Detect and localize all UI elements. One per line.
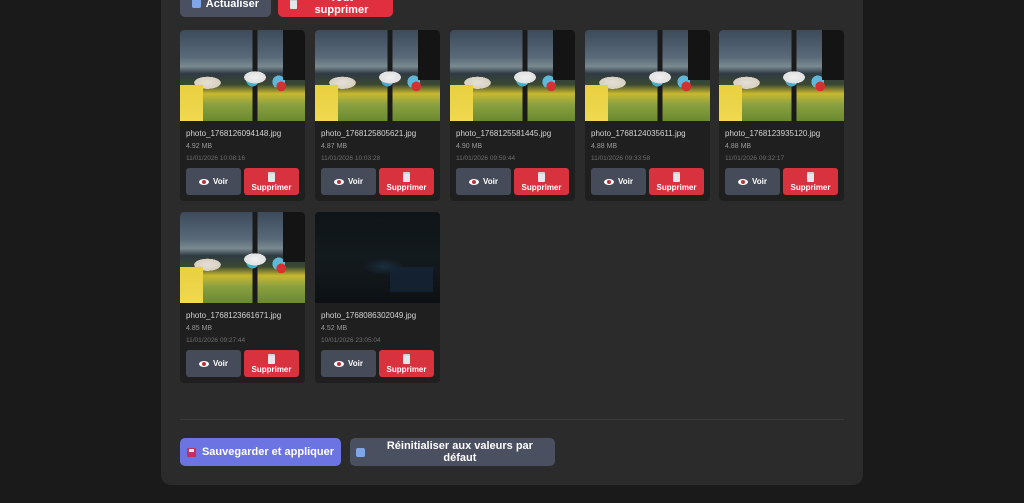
photo-timestamp: 11/01/2026 09:32:17 — [725, 155, 785, 162]
view-button[interactable]: Voir — [321, 168, 376, 195]
view-button[interactable]: Voir — [591, 168, 646, 195]
photo-timestamp: 11/01/2026 10:08:16 — [186, 155, 246, 162]
delete-label: Supprimer — [251, 364, 292, 374]
floppy-disk-icon — [186, 447, 196, 457]
photo-filesize: 4.87 MB — [321, 143, 348, 150]
save-apply-button[interactable]: Sauvegarder et appliquer — [180, 438, 341, 466]
photo-card: photo_1768086302049.jpg 4.52 MB 10/01/20… — [315, 212, 440, 383]
photo-filename: photo_1768125581445.jpg — [456, 129, 552, 138]
photo-thumbnail[interactable] — [180, 212, 305, 303]
view-button[interactable]: Voir — [186, 168, 241, 195]
delete-label: Supprimer — [386, 182, 427, 192]
photo-filesize: 4.92 MB — [186, 143, 213, 150]
view-button[interactable]: Voir — [186, 350, 241, 377]
photo-filename: photo_1768125805621.jpg — [321, 129, 417, 138]
delete-button[interactable]: Supprimer — [649, 168, 704, 195]
refresh-icon — [192, 0, 201, 8]
photo-thumbnail[interactable] — [315, 212, 440, 303]
photo-filename: photo_1768124035611.jpg — [591, 129, 686, 138]
view-label: Voir — [618, 177, 633, 186]
view-label: Voir — [348, 177, 363, 186]
delete-button[interactable]: Supprimer — [379, 168, 434, 195]
delete-button[interactable]: Supprimer — [244, 168, 299, 195]
delete-button[interactable]: Supprimer — [379, 350, 434, 377]
photo-timestamp: 11/01/2026 10:03:28 — [321, 155, 381, 162]
photo-timestamp: 11/01/2026 09:59:44 — [456, 155, 516, 162]
refresh-label: Actualiser — [205, 0, 259, 10]
photo-thumbnail[interactable] — [180, 30, 305, 121]
reset-defaults-button[interactable]: Réinitialiser aux valeurs par défaut — [350, 438, 555, 466]
refresh-button[interactable]: Actualiser — [180, 0, 271, 17]
trash-icon — [673, 171, 680, 182]
view-button[interactable]: Voir — [725, 168, 780, 195]
photo-card: photo_1768125581445.jpg 4.90 MB 11/01/20… — [450, 30, 575, 201]
delete-button[interactable]: Supprimer — [514, 168, 569, 195]
delete-all-button[interactable]: Tout supprimer — [278, 0, 393, 17]
view-button[interactable]: Voir — [321, 350, 376, 377]
view-label: Voir — [752, 177, 767, 186]
view-label: Voir — [213, 177, 228, 186]
trash-icon — [290, 0, 297, 9]
photo-thumbnail[interactable] — [585, 30, 710, 121]
divider — [180, 419, 844, 420]
eye-icon — [469, 178, 480, 185]
photo-filesize: 4.85 MB — [186, 325, 213, 332]
photo-thumbnail[interactable] — [719, 30, 844, 121]
eye-icon — [334, 178, 345, 185]
eye-icon — [738, 178, 749, 185]
view-button[interactable]: Voir — [456, 168, 511, 195]
photo-filesize: 4.88 MB — [725, 143, 752, 150]
photo-timestamp: 11/01/2026 09:27:44 — [186, 337, 246, 344]
delete-label: Supprimer — [251, 182, 292, 192]
eye-icon — [334, 360, 345, 367]
photo-filename: photo_1768086302049.jpg — [321, 311, 417, 320]
delete-label: Supprimer — [521, 182, 562, 192]
photo-filesize: 4.90 MB — [456, 143, 483, 150]
eye-icon — [199, 360, 210, 367]
trash-icon — [268, 171, 275, 182]
reset-icon — [356, 447, 365, 457]
photo-card: photo_1768126094148.jpg 4.92 MB 11/01/20… — [180, 30, 305, 201]
delete-label: Supprimer — [656, 182, 697, 192]
photo-card: photo_1768125805621.jpg 4.87 MB 11/01/20… — [315, 30, 440, 201]
photo-timestamp: 10/01/2026 23:05:04 — [321, 337, 381, 344]
photo-filename: photo_1768126094148.jpg — [186, 129, 282, 138]
photo-card: photo_1768124035611.jpg 4.88 MB 11/01/20… — [585, 30, 710, 201]
photo-filesize: 4.52 MB — [321, 325, 348, 332]
view-label: Voir — [348, 359, 363, 368]
delete-label: Supprimer — [790, 182, 831, 192]
trash-icon — [538, 171, 545, 182]
trash-icon — [403, 353, 410, 364]
delete-button[interactable]: Supprimer — [244, 350, 299, 377]
view-label: Voir — [213, 359, 228, 368]
photo-card: photo_1768123935120.jpg 4.88 MB 11/01/20… — [719, 30, 844, 201]
reset-defaults-label: Réinitialiser aux valeurs par défaut — [386, 440, 533, 464]
delete-label: Supprimer — [386, 364, 427, 374]
photo-card: photo_1768123661671.jpg 4.85 MB 11/01/20… — [180, 212, 305, 383]
photo-thumbnail[interactable] — [450, 30, 575, 121]
photo-timestamp: 11/01/2026 09:33:58 — [591, 155, 651, 162]
view-label: Voir — [483, 177, 498, 186]
save-apply-label: Sauvegarder et appliquer — [201, 446, 335, 458]
photo-thumbnail[interactable] — [315, 30, 440, 121]
photo-filename: photo_1768123661671.jpg — [186, 311, 282, 320]
trash-icon — [268, 353, 275, 364]
trash-icon — [807, 171, 814, 182]
trash-icon — [403, 171, 410, 182]
photo-filename: photo_1768123935120.jpg — [725, 129, 821, 138]
delete-button[interactable]: Supprimer — [783, 168, 838, 195]
photo-filesize: 4.88 MB — [591, 143, 618, 150]
eye-icon — [604, 178, 615, 185]
eye-icon — [199, 178, 210, 185]
delete-all-label: Tout supprimer — [314, 0, 369, 16]
